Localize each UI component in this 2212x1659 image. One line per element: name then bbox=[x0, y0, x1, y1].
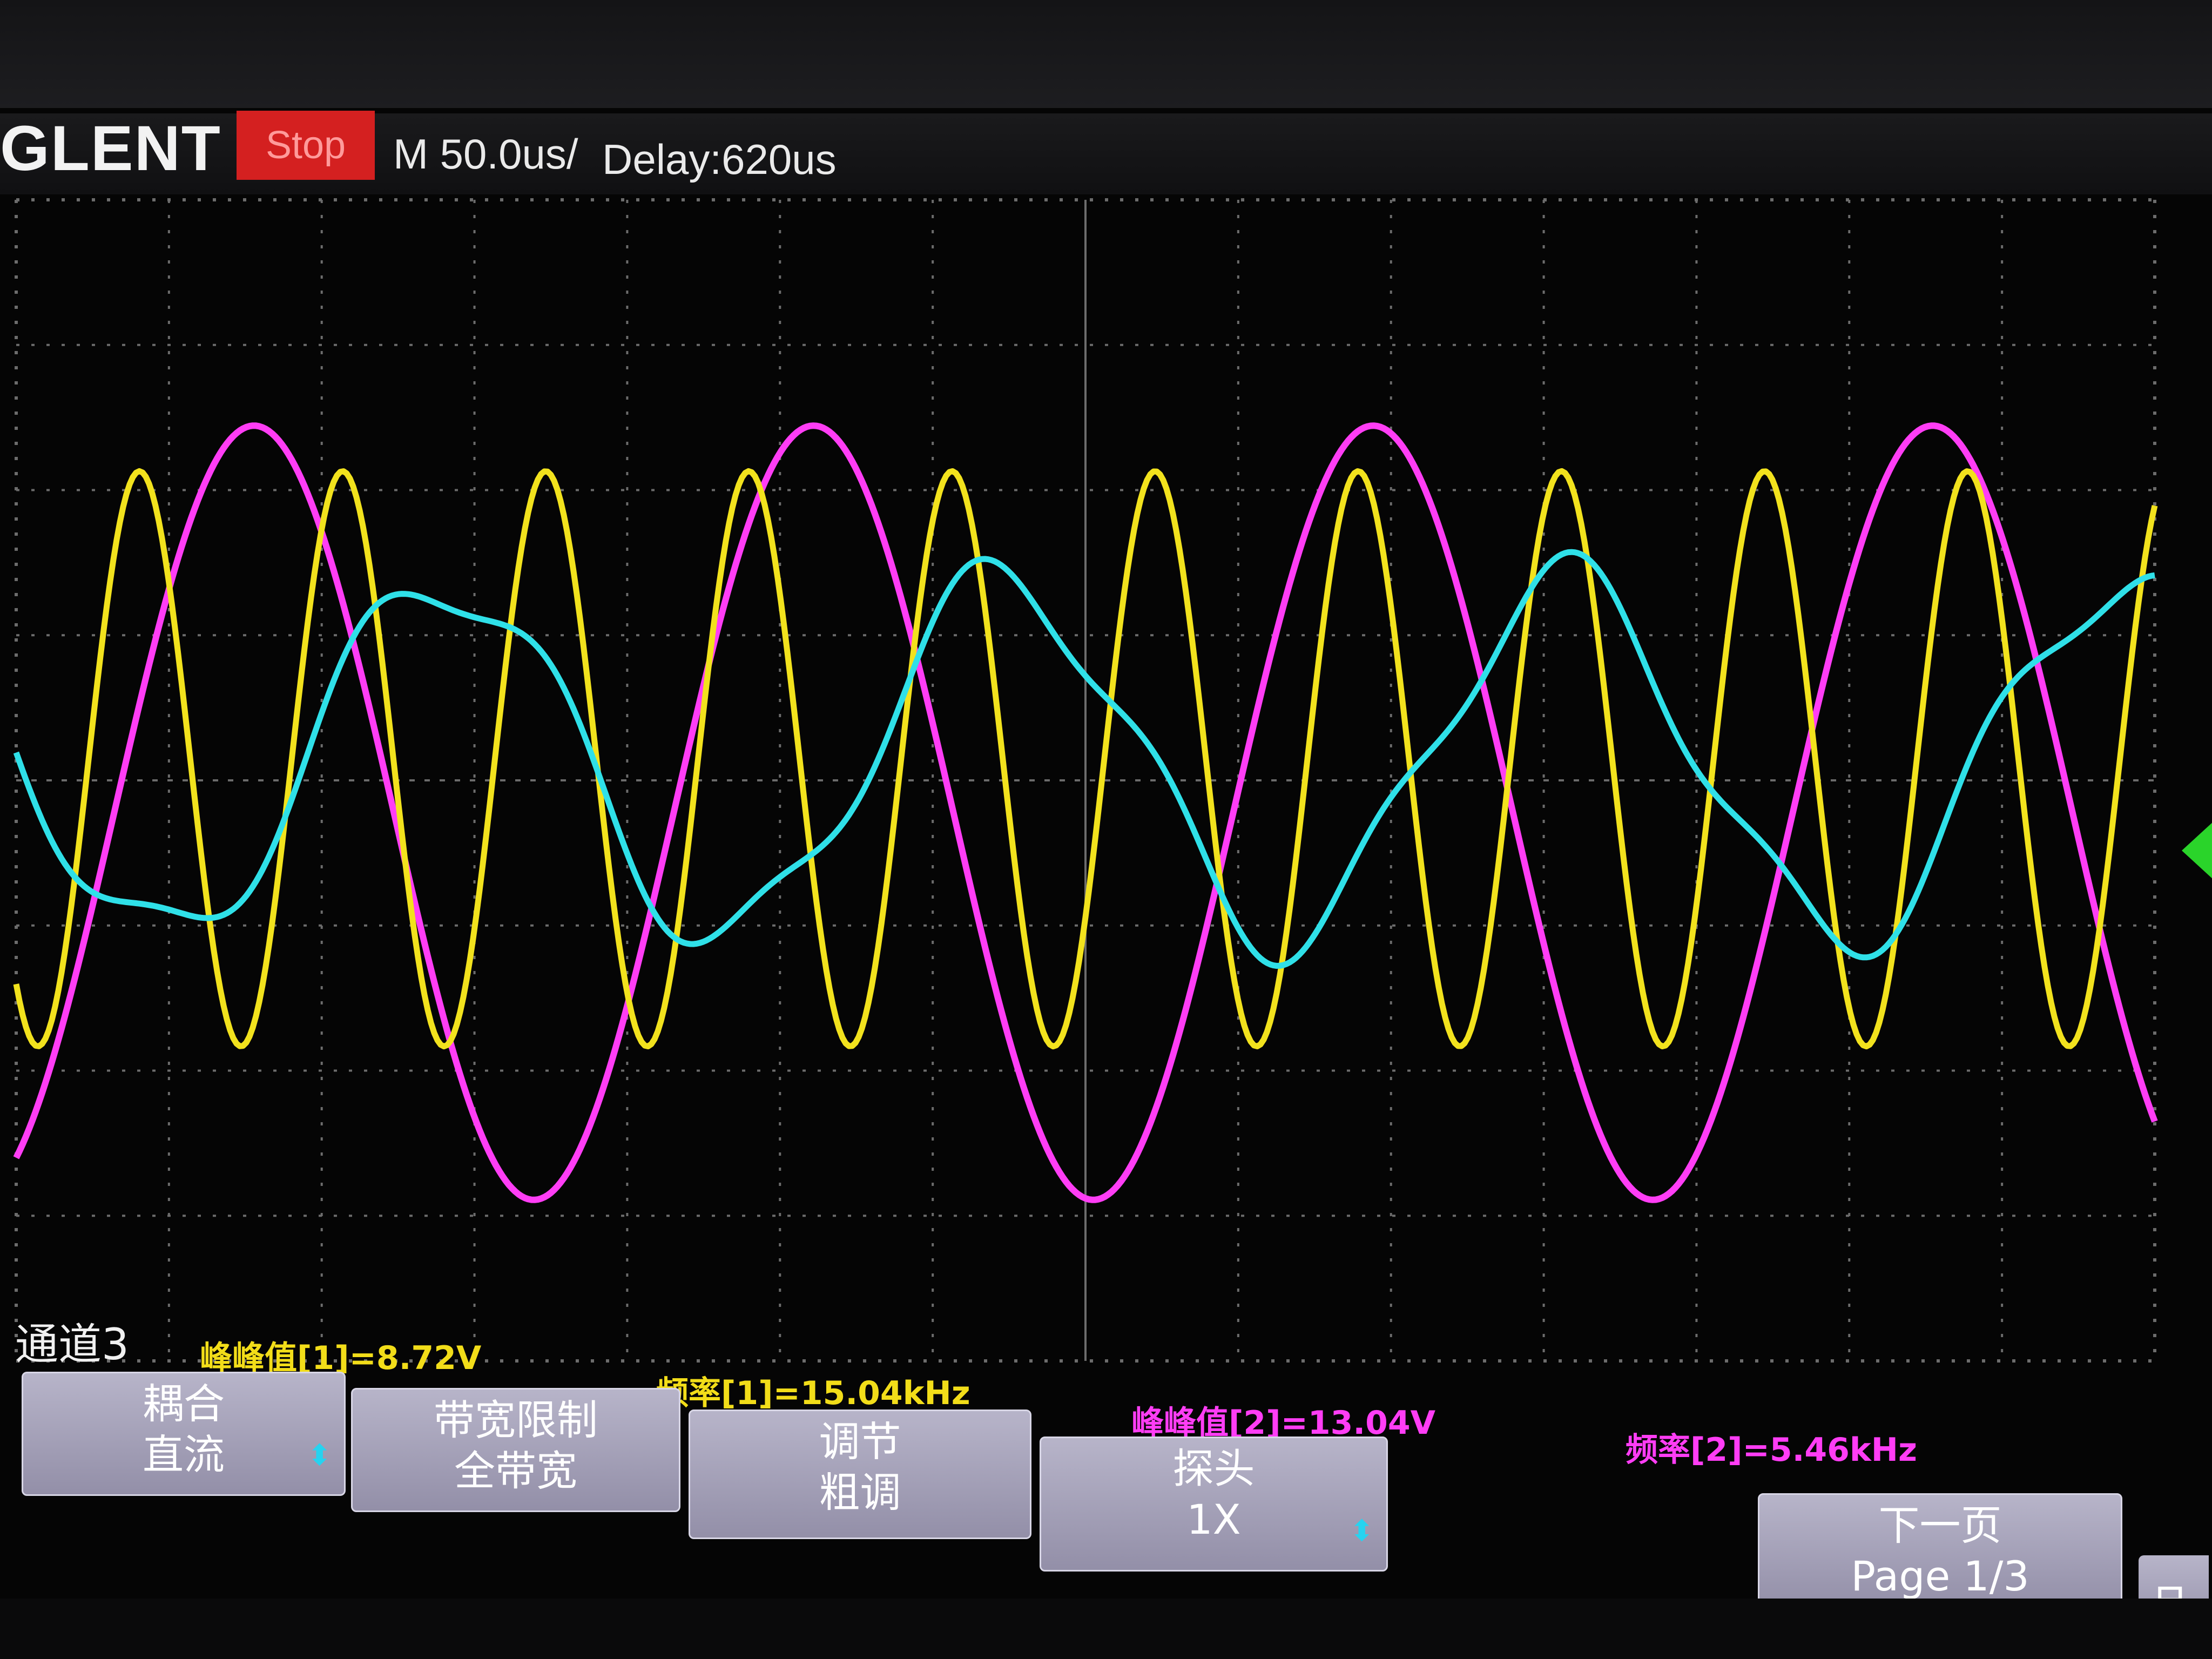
softkey-next-page[interactable]: 下一页 Page 1/3 bbox=[1758, 1493, 2122, 1609]
ch2-freq-measurement: 频率[2]=5.46kHz bbox=[1626, 1431, 1917, 1469]
softkey-adjust[interactable]: 调节 粗调 bbox=[689, 1410, 1031, 1539]
run-stop-indicator[interactable]: Stop bbox=[237, 111, 375, 180]
softkey-coupling-value: 直流 bbox=[143, 1431, 225, 1479]
softkey-bandwidth-value: 全带宽 bbox=[454, 1447, 577, 1495]
brand-logo: GLENT bbox=[0, 113, 221, 184]
waveform-svg bbox=[13, 198, 2158, 1363]
graticule bbox=[15, 198, 2156, 1363]
softkey-coupling[interactable]: 耦合 直流 ⬍ bbox=[22, 1372, 346, 1496]
softkey-next-page-title: 下一页 bbox=[1878, 1501, 2002, 1549]
softkey-probe-value: 1X bbox=[1186, 1495, 1241, 1543]
arrow-updown-icon: ⬍ bbox=[307, 1438, 332, 1472]
softkey-probe[interactable]: 探头 1X ⬍ bbox=[1040, 1437, 1388, 1572]
top-bezel bbox=[0, 0, 2212, 108]
softkey-coupling-title: 耦合 bbox=[143, 1380, 225, 1428]
softkey-next-page-value: Page 1/3 bbox=[1851, 1552, 2029, 1600]
softkey-probe-title: 探头 bbox=[1172, 1445, 1255, 1493]
trigger-level-icon[interactable] bbox=[2182, 821, 2212, 880]
waveform-display bbox=[0, 184, 2212, 1437]
softkey-adjust-value: 粗调 bbox=[819, 1468, 901, 1516]
delay-readout: Delay:620us bbox=[602, 136, 837, 183]
softkey-adjust-title: 调节 bbox=[819, 1418, 901, 1466]
softkey-bandwidth-title: 带宽限制 bbox=[434, 1396, 598, 1444]
timebase-readout: M 50.0us/ bbox=[393, 130, 578, 178]
channel-label: 通道3 bbox=[15, 1319, 129, 1370]
ch1-freq-measurement: 频率[1]=15.04kHz bbox=[656, 1374, 970, 1412]
bottom-bezel bbox=[0, 1599, 2212, 1659]
arrow-updown-icon: ⬍ bbox=[1350, 1514, 1374, 1548]
softkey-bandwidth-limit[interactable]: 带宽限制 全带宽 bbox=[351, 1388, 680, 1512]
